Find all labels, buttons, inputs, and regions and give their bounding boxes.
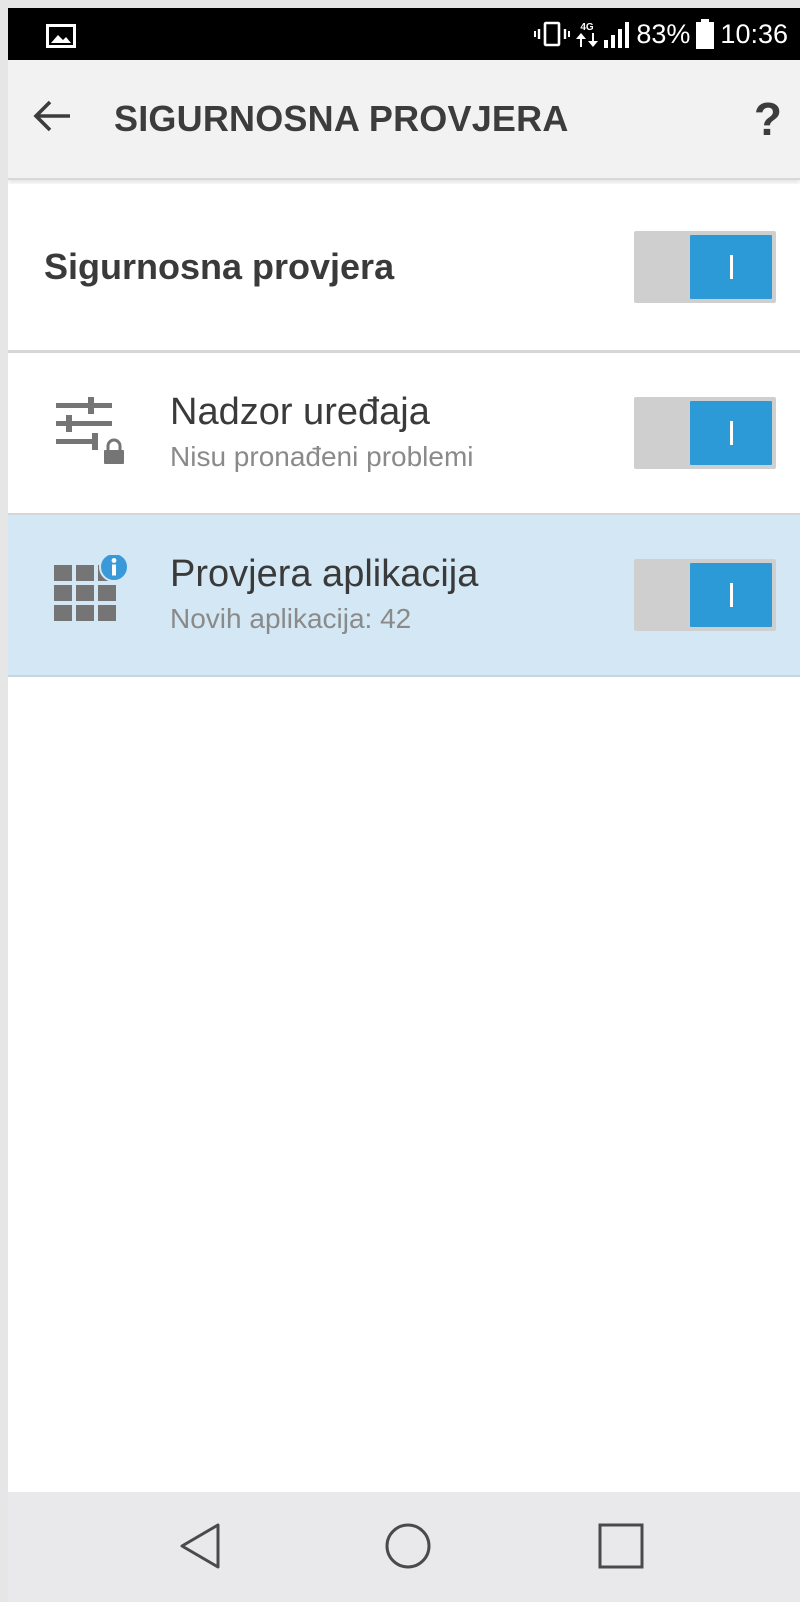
item-title: Provjera aplikacija	[170, 553, 479, 595]
system-nav-bar	[8, 1492, 800, 1602]
data-arrows-icon: 4G	[576, 19, 599, 49]
master-toggle-row[interactable]: Sigurnosna provjera	[8, 184, 800, 353]
home-circle-icon	[384, 1522, 432, 1575]
status-bar: 4G 83% 10:36	[8, 8, 800, 60]
page-title: SIGURNOSNA PROVJERA	[114, 98, 569, 139]
clock: 10:36	[720, 18, 788, 49]
nav-home-button[interactable]	[376, 1516, 440, 1580]
item-texts: Provjera aplikacija Novih aplikacija: 42	[170, 551, 478, 637]
app-check-toggle[interactable]	[634, 559, 776, 631]
network-type-label: 4G	[581, 22, 595, 33]
battery-icon	[696, 19, 715, 49]
gallery-icon	[46, 24, 76, 53]
recents-square-icon	[598, 1523, 644, 1574]
back-triangle-icon	[178, 1522, 222, 1575]
item-title: Nadzor uređaja	[170, 391, 430, 433]
master-toggle-switch[interactable]	[634, 231, 776, 303]
back-button[interactable]	[28, 94, 76, 142]
help-button[interactable]: ?	[754, 60, 782, 178]
item-subtitle: Nisu pronađeni problemi	[170, 441, 474, 472]
toggle-knob	[690, 235, 772, 299]
item-texts: Nadzor uređaja Nisu pronađeni problemi	[170, 389, 474, 475]
status-icons: 4G 83% 10:36	[534, 8, 788, 60]
master-toggle-label: Sigurnosna provjera	[44, 246, 395, 287]
arrow-left-icon	[32, 99, 72, 138]
toggle-knob	[690, 563, 772, 627]
battery-percent: 83%	[636, 18, 691, 49]
phone-screen: 4G 83% 10:36 SIGURNOSNA PROVJERA ? Sigur…	[8, 8, 800, 1602]
list-item-device-monitoring[interactable]: Nadzor uređaja Nisu pronađeni problemi	[8, 353, 800, 515]
vibrate-icon	[534, 20, 571, 48]
device-monitoring-toggle[interactable]	[634, 397, 776, 469]
app-bar: SIGURNOSNA PROVJERA ?	[8, 60, 800, 180]
signal-icon	[604, 20, 630, 48]
app-grid-info-icon	[52, 552, 132, 635]
list-item-app-check[interactable]: Provjera aplikacija Novih aplikacija: 42	[8, 515, 800, 677]
item-subtitle: Novih aplikacija: 42	[170, 603, 412, 634]
nav-recents-button[interactable]	[589, 1516, 653, 1580]
toggle-knob	[690, 401, 772, 465]
nav-back-button[interactable]	[168, 1516, 232, 1580]
sliders-lock-icon	[52, 393, 132, 473]
